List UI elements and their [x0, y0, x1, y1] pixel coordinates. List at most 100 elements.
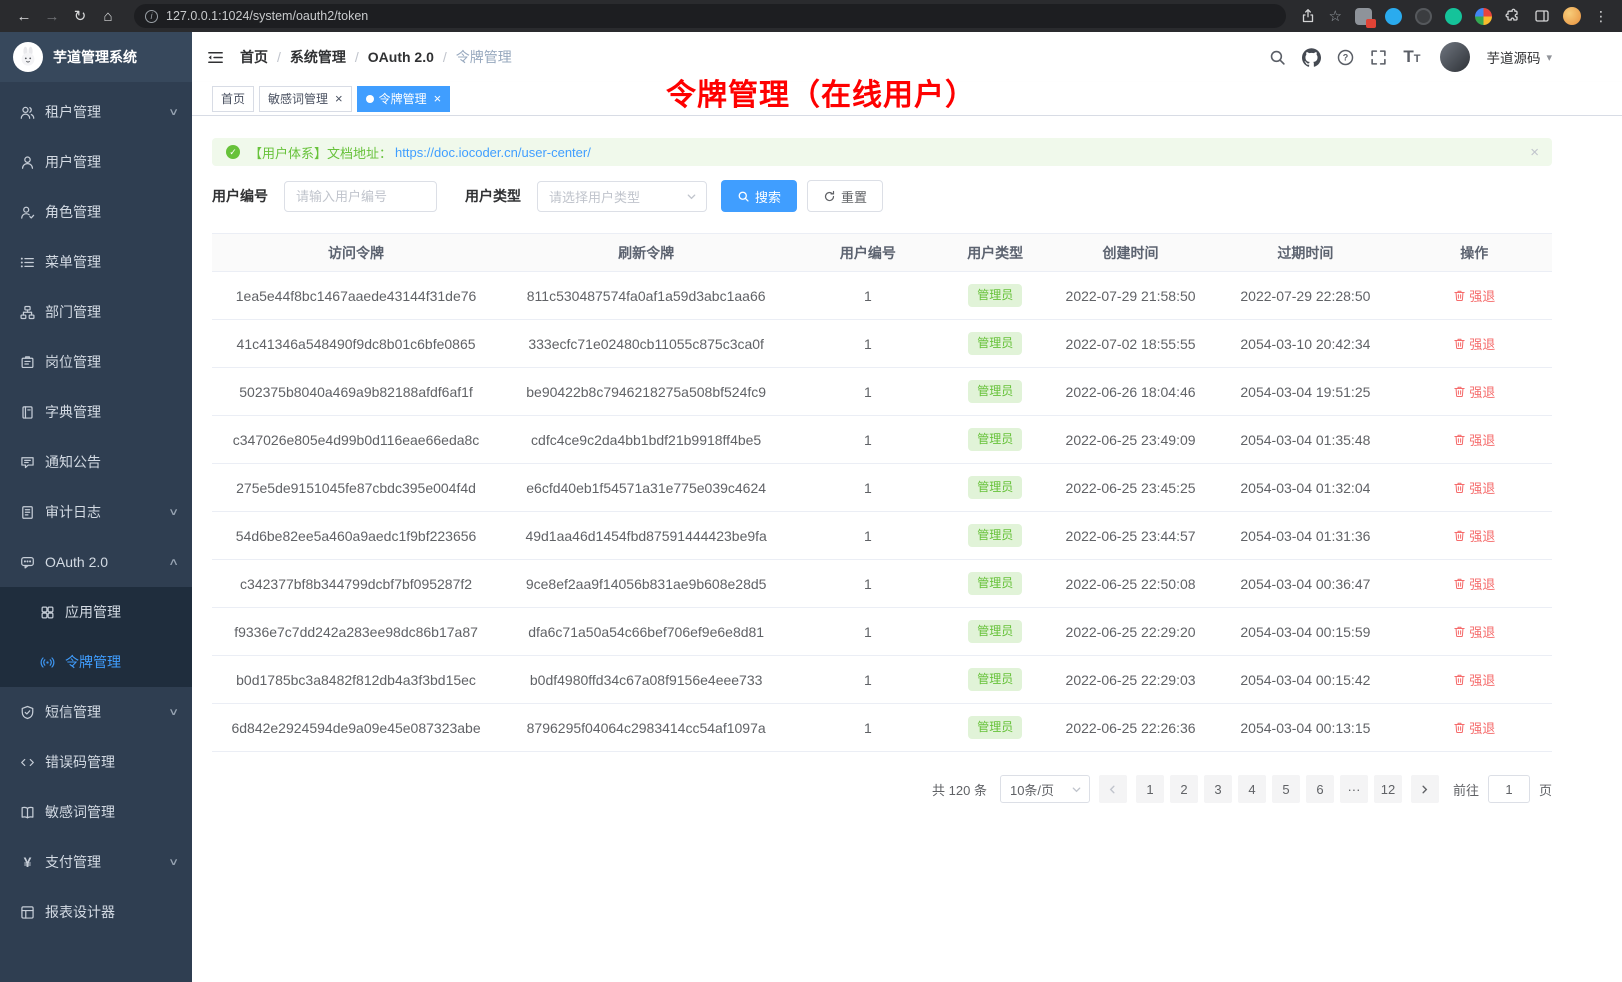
- sidebar-item-post[interactable]: 岗位管理: [0, 337, 192, 387]
- extensions-puzzle-icon[interactable]: [1505, 8, 1521, 24]
- prev-page-button[interactable]: [1099, 775, 1127, 803]
- next-page-button[interactable]: [1411, 775, 1439, 803]
- extension-icon[interactable]: [1415, 8, 1432, 25]
- table-row: 1ea5e44f8bc1467aaede43144f31de76 811c530…: [212, 272, 1552, 320]
- sidebar-item-role[interactable]: 角色管理: [0, 187, 192, 237]
- search-icon[interactable]: [1269, 49, 1286, 66]
- sidebar-item-label: 审计日志: [45, 502, 101, 522]
- reset-button[interactable]: 重置: [807, 180, 883, 212]
- extension-icon[interactable]: [1355, 8, 1372, 25]
- expire-time-cell: 2054-03-04 01:31:36: [1214, 512, 1396, 560]
- force-logout-button[interactable]: 强退: [1453, 286, 1495, 305]
- force-logout-button[interactable]: 强退: [1453, 478, 1495, 497]
- doc-link[interactable]: https://doc.iocoder.cn/user-center/: [395, 145, 591, 160]
- close-icon[interactable]: ×: [1530, 145, 1539, 160]
- goto-unit-label: 页: [1539, 780, 1552, 799]
- created-time-cell: 2022-06-25 22:29:20: [1047, 608, 1215, 656]
- force-logout-label: 强退: [1469, 670, 1495, 689]
- browser-back-icon[interactable]: ←: [12, 4, 36, 28]
- sidebar-item-label: 敏感词管理: [45, 802, 115, 822]
- sidebar-item-tenant[interactable]: 租户管理 ∨: [0, 87, 192, 137]
- force-logout-button[interactable]: 强退: [1453, 430, 1495, 449]
- side-panel-icon[interactable]: [1534, 8, 1550, 24]
- sidebar-item-label: 字典管理: [45, 402, 101, 422]
- user-type-select[interactable]: 请选择用户类型: [537, 181, 707, 212]
- force-logout-button[interactable]: 强退: [1453, 334, 1495, 353]
- user-type-cell: 管理员: [944, 416, 1047, 464]
- extension-badge: [1366, 19, 1376, 28]
- browser-menu-icon[interactable]: ⋮: [1594, 8, 1608, 25]
- refresh-token-cell: cdfc4ce9c2da4bb1bdf21b9918ff4be5: [500, 416, 792, 464]
- browser-forward-icon[interactable]: →: [40, 4, 64, 28]
- breadcrumb-item[interactable]: OAuth 2.0: [368, 49, 434, 65]
- sidebar-item-label: 应用管理: [65, 602, 121, 622]
- sidebar-item-oauth-app[interactable]: 应用管理: [0, 587, 192, 637]
- user-id-input[interactable]: [284, 181, 437, 212]
- page-button[interactable]: 4: [1238, 775, 1266, 803]
- force-logout-button[interactable]: 强退: [1453, 574, 1495, 593]
- browser-home-icon[interactable]: ⌂: [96, 4, 120, 28]
- close-icon[interactable]: ×: [335, 92, 343, 105]
- share-icon[interactable]: [1300, 8, 1316, 24]
- sidebar-fold-icon[interactable]: [206, 48, 225, 67]
- force-logout-button[interactable]: 强退: [1453, 622, 1495, 641]
- action-cell: 强退: [1397, 512, 1552, 560]
- tab-sensitive-word[interactable]: 敏感词管理 ×: [259, 86, 352, 112]
- sidebar-item-sensitive-word[interactable]: 敏感词管理: [0, 787, 192, 837]
- extension-icon[interactable]: [1475, 8, 1492, 25]
- close-icon[interactable]: ×: [434, 92, 442, 105]
- page-button[interactable]: 6: [1306, 775, 1334, 803]
- force-logout-button[interactable]: 强退: [1453, 526, 1495, 545]
- address-bar[interactable]: i 127.0.0.1:1024/system/oauth2/token: [134, 4, 1286, 28]
- sidebar-item-oauth2[interactable]: OAuth 2.0 ∧: [0, 537, 192, 587]
- tab-label: 首页: [221, 90, 245, 107]
- page-button[interactable]: ···: [1340, 775, 1368, 803]
- created-time-cell: 2022-06-26 18:04:46: [1047, 368, 1215, 416]
- refresh-icon: [823, 190, 836, 203]
- site-info-icon[interactable]: i: [145, 10, 158, 23]
- total-count: 共 120 条: [932, 780, 987, 799]
- sidebar-item-report-designer[interactable]: 报表设计器: [0, 887, 192, 937]
- tab-home[interactable]: 首页: [212, 86, 254, 112]
- sidebar-item-payment[interactable]: ¥ 支付管理 ∨: [0, 837, 192, 887]
- sidebar-item-dict[interactable]: 字典管理: [0, 387, 192, 437]
- user-type-badge: 管理员: [968, 428, 1022, 450]
- sidebar-item-audit-log[interactable]: 审计日志 ∨: [0, 487, 192, 537]
- goto-page-input[interactable]: [1488, 775, 1530, 803]
- page-button[interactable]: 1: [1136, 775, 1164, 803]
- sidebar-item-user[interactable]: 用户管理: [0, 137, 192, 187]
- github-icon[interactable]: [1302, 48, 1321, 67]
- help-icon[interactable]: ?: [1337, 49, 1354, 66]
- page-button[interactable]: 5: [1272, 775, 1300, 803]
- breadcrumb-item[interactable]: 系统管理: [290, 47, 346, 67]
- tab-token[interactable]: 令牌管理 ×: [357, 86, 451, 112]
- fullscreen-icon[interactable]: [1370, 49, 1387, 66]
- sidebar-item-menu[interactable]: 菜单管理: [0, 237, 192, 287]
- extension-icon[interactable]: [1385, 8, 1402, 25]
- search-icon: [737, 190, 750, 203]
- force-logout-button[interactable]: 强退: [1453, 718, 1495, 737]
- font-size-icon[interactable]: TT: [1403, 48, 1420, 66]
- browser-reload-icon[interactable]: ↻: [68, 4, 92, 28]
- page-size-select[interactable]: 10条/页: [1000, 775, 1090, 803]
- force-logout-button[interactable]: 强退: [1453, 382, 1495, 401]
- breadcrumb-item[interactable]: 首页: [240, 47, 268, 67]
- sidebar-item-error-code[interactable]: 错误码管理: [0, 737, 192, 787]
- breadcrumb-separator: /: [443, 49, 447, 65]
- page-button[interactable]: 2: [1170, 775, 1198, 803]
- search-button[interactable]: 搜索: [721, 180, 797, 212]
- bookmark-star-icon[interactable]: ☆: [1329, 7, 1342, 25]
- extension-icon[interactable]: [1445, 8, 1462, 25]
- table-row: b0d1785bc3a8482f812db4a3f3bd15ec b0df498…: [212, 656, 1552, 704]
- page-button[interactable]: 12: [1374, 775, 1402, 803]
- app-logo[interactable]: 芋道管理系统: [0, 32, 192, 82]
- page-button[interactable]: 3: [1204, 775, 1232, 803]
- browser-profile-avatar[interactable]: [1563, 7, 1581, 25]
- sidebar-item-sms[interactable]: 短信管理 ∨: [0, 687, 192, 737]
- sidebar-item-dept[interactable]: 部门管理: [0, 287, 192, 337]
- sidebar-item-oauth-token[interactable]: 令牌管理: [0, 637, 192, 687]
- user-avatar[interactable]: [1440, 42, 1470, 72]
- force-logout-button[interactable]: 强退: [1453, 670, 1495, 689]
- user-menu[interactable]: 芋道源码 ▾: [1486, 47, 1552, 67]
- sidebar-item-notice[interactable]: 通知公告: [0, 437, 192, 487]
